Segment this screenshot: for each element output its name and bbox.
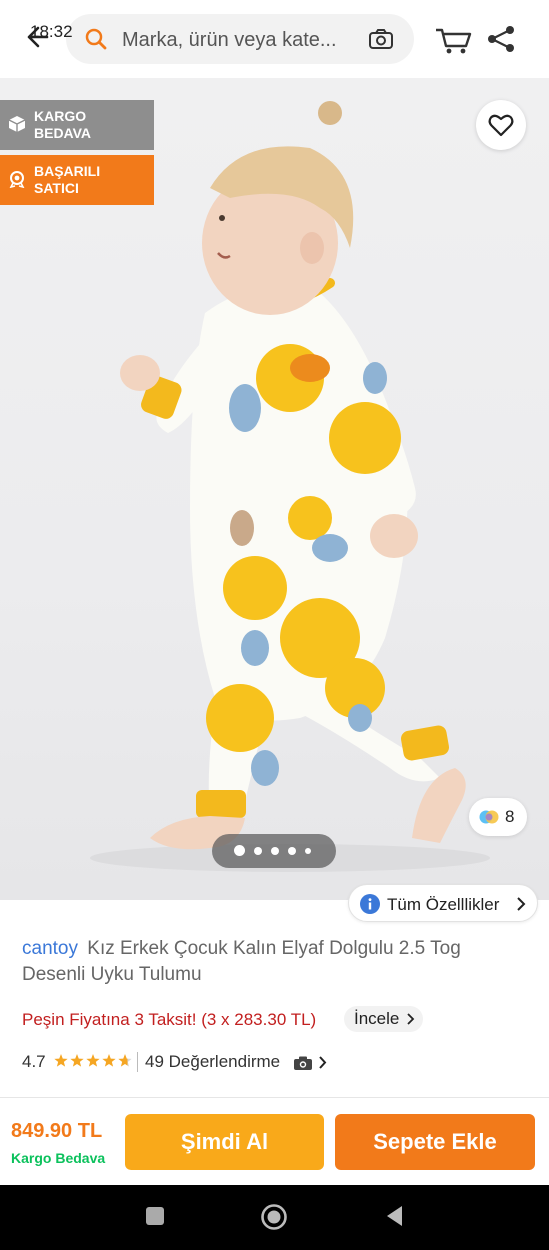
add-to-cart-button[interactable]: Sepete Ekle: [335, 1114, 535, 1170]
favorite-button[interactable]: [476, 100, 526, 150]
variant-count: 8: [505, 807, 515, 826]
chevron-right-icon: [319, 1056, 327, 1069]
search-input[interactable]: [122, 27, 362, 53]
chevron-right-icon: [407, 1013, 415, 1025]
free-shipping-badge: KARGO BEDAVA: [0, 100, 154, 150]
product-title: cantoy Kız Erkek Çocuk Kalın Elyaf Dolgu…: [22, 936, 522, 988]
brand-link[interactable]: cantoy: [22, 938, 78, 959]
rating-value: 4.7: [22, 1052, 46, 1071]
photo-reviews-icon: [294, 1056, 312, 1070]
star-icon: [118, 1054, 132, 1067]
star-icon: [102, 1054, 116, 1067]
successful-seller-badge: BAŞARILI SATICI: [0, 155, 154, 205]
successful-seller-badge-line1: BAŞARILI: [34, 163, 101, 179]
pagination-dot-4[interactable]: [288, 847, 296, 855]
product-image-gallery[interactable]: KARGO BEDAVA BAŞARILI SATICI 8: [0, 78, 549, 900]
box-icon: [8, 116, 26, 132]
installment-details-label: İncele: [354, 1009, 400, 1028]
camera-icon[interactable]: [368, 27, 394, 51]
free-shipping-label: Kargo Bedava: [11, 1150, 106, 1166]
medal-icon: [9, 171, 25, 188]
pagination-dot-3[interactable]: [271, 847, 279, 855]
info-icon: [360, 894, 380, 914]
all-features-label: Tüm Özelllikler: [387, 895, 500, 914]
search-box[interactable]: [66, 14, 414, 64]
search-icon: [85, 28, 107, 50]
recents-button[interactable]: [146, 1207, 164, 1225]
chevron-right-icon: [517, 897, 526, 911]
home-button[interactable]: [260, 1203, 288, 1231]
heart-icon: [488, 114, 514, 137]
reviews-link[interactable]: 49 Değerlendirme: [145, 1052, 280, 1072]
star-icon: [86, 1054, 100, 1067]
installment-details-button[interactable]: İncele: [344, 1006, 424, 1032]
buy-now-button[interactable]: Şimdi Al: [125, 1114, 324, 1170]
share-icon[interactable]: [484, 24, 518, 54]
star-icon: [54, 1054, 68, 1067]
pagination-dot-5[interactable]: [305, 848, 311, 854]
product-page: 18:32 Marka, ürün veya kate... KARGO BED…: [0, 0, 549, 1250]
all-features-button[interactable]: Tüm Özelllikler: [348, 884, 538, 922]
color-palette-icon: [479, 810, 499, 824]
price: 849.90 TL: [11, 1120, 103, 1142]
cart-icon[interactable]: [434, 26, 476, 56]
successful-seller-badge-line2: SATICI: [34, 180, 79, 196]
back-arrow-icon[interactable]: [24, 24, 50, 50]
free-shipping-badge-line1: KARGO: [34, 108, 87, 124]
gallery-pagination[interactable]: [212, 834, 336, 868]
purchase-bar: 849.90 TL Kargo Bedava Şimdi Al Sepete E…: [0, 1097, 549, 1185]
system-back-button[interactable]: [384, 1204, 404, 1228]
pagination-dot-2[interactable]: [254, 847, 262, 855]
rating-divider: [137, 1052, 138, 1072]
star-icon: [70, 1054, 84, 1067]
free-shipping-badge-line2: BEDAVA: [34, 125, 92, 141]
product-name: Kız Erkek Çocuk Kalın Elyaf Dolgulu 2.5 …: [22, 938, 461, 985]
pagination-dot-1[interactable]: [234, 845, 245, 856]
rating-stars: [54, 1054, 132, 1067]
color-variants-button[interactable]: 8: [469, 798, 527, 836]
installment-text: Peşin Fiyatına 3 Taksit! (3 x 283.30 TL): [22, 1010, 317, 1029]
system-nav-bar: [0, 1185, 549, 1250]
top-bar: 18:32: [0, 0, 549, 78]
